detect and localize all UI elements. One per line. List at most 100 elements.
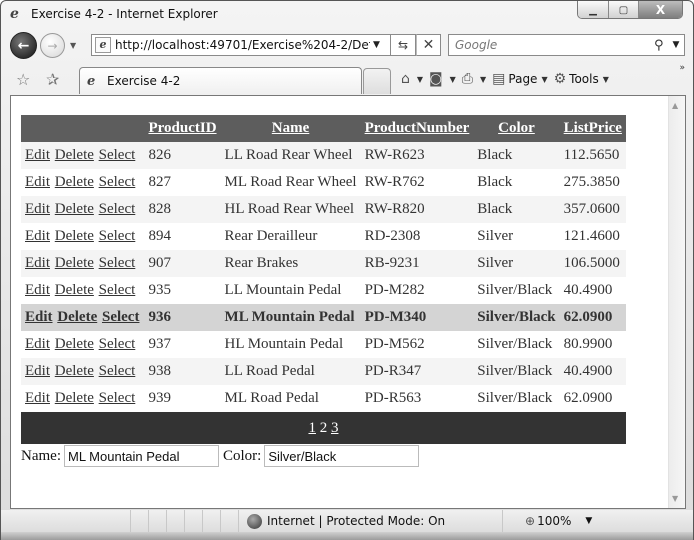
cell-productid: 939 [144,385,221,412]
tab-exercise[interactable]: e Exercise 4-2 [79,67,362,94]
edit-link[interactable]: Edit [25,255,50,271]
gear-icon: ⚙ [553,71,567,87]
tools-dropdown-icon: ▼ [602,74,609,84]
print-button[interactable]: ⎙ ▼ [462,71,486,87]
more-commands-icon[interactable]: » [679,63,685,73]
select-link[interactable]: Select [99,363,136,379]
new-tab-button[interactable] [363,68,391,94]
select-link[interactable]: Select [99,147,136,163]
feeds-button[interactable]: ◙ ▼ [429,71,456,87]
page-content: ProductID Name ProductNumber Color ListP… [10,95,686,509]
tab-label: Exercise 4-2 [107,74,181,88]
stop-button[interactable]: ✕ [416,34,441,56]
select-link[interactable]: Select [99,390,136,406]
sort-productid-link[interactable]: ProductID [148,120,216,136]
color-label: Color: [222,447,262,464]
select-link[interactable]: Select [99,255,136,271]
table-row: Edit Delete Select 938 LL Road Pedal PD-R34… [21,358,626,385]
delete-link[interactable]: Delete [55,228,94,244]
minimize-button[interactable]: ▁ [578,1,608,18]
search-box[interactable]: Google ⚲ ▼ [448,34,685,56]
tools-menu-button[interactable]: ⚙ Tools ▼ [554,71,609,87]
search-dropdown-icon[interactable]: ▼ [668,40,684,50]
row-commands: Edit Delete Select [21,277,145,304]
sort-color-link[interactable]: Color [498,120,535,136]
page-link-3[interactable]: 3 [331,420,339,436]
edit-link[interactable]: Edit [25,282,50,298]
table-row: Edit Delete Select 827 ML Road Rear Wheel R… [21,169,626,196]
address-url[interactable]: http://localhost:49701/Exercise%204-2/De… [115,38,370,52]
select-link[interactable]: Select [99,336,136,352]
edit-link[interactable]: Edit [25,309,53,325]
table-row: Edit Delete Select 939 ML Road Pedal PD-R56… [21,385,626,412]
cell-productnumber: PD-R347 [360,358,474,385]
edit-link[interactable]: Edit [25,174,50,190]
address-dropdown-icon[interactable]: ▼ [373,40,380,50]
delete-link[interactable]: Delete [55,336,94,352]
sort-name-link[interactable]: Name [272,120,310,136]
close-button[interactable]: X [638,1,682,18]
home-dropdown-icon[interactable]: ▼ [417,75,423,84]
grid-header-row: ProductID Name ProductNumber Color ListP… [21,115,626,142]
scroll-down-arrow-icon[interactable]: ▼ [672,494,678,503]
vertical-scrollbar[interactable]: ▲ ▼ [668,96,685,508]
cell-productid: 938 [144,358,221,385]
search-input[interactable]: Google [449,38,654,52]
home-icon: ⌂ [401,71,410,87]
search-icon[interactable]: ⚲ [654,38,668,53]
back-button[interactable]: ← [10,32,37,59]
delete-link[interactable]: Delete [55,390,94,406]
edit-link[interactable]: Edit [25,363,50,379]
scroll-up-arrow-icon[interactable]: ▲ [672,101,678,110]
edit-link[interactable]: Edit [25,390,50,406]
edit-link[interactable]: Edit [25,336,50,352]
color-field[interactable] [264,445,420,467]
select-link[interactable]: Select [99,228,136,244]
edit-link[interactable]: Edit [25,201,50,217]
security-zone[interactable]: Internet | Protected Mode: On [239,510,503,532]
command-bar: ⌂ ▼ ◙ ▼ ⎙ ▼ ▤ Page ▼ ⚙ Tools ▼ [401,69,615,89]
cell-color: Black [473,142,560,169]
cell-color: Silver/Black [473,385,560,412]
home-button[interactable]: ⌂ ▼ [401,71,423,87]
add-favorites-icon[interactable]: ✰ [46,70,59,89]
sort-productnumber-link[interactable]: ProductNumber [365,120,470,136]
delete-link[interactable]: Delete [55,282,94,298]
forward-button[interactable]: → [40,33,65,58]
delete-link[interactable]: Delete [55,147,94,163]
select-link[interactable]: Select [99,201,136,217]
maximize-button[interactable]: ▢ [608,1,638,18]
delete-link[interactable]: Delete [57,309,97,325]
refresh-button[interactable]: ⇆ [391,34,416,56]
delete-link[interactable]: Delete [55,201,94,217]
row-commands: Edit Delete Select [21,142,145,169]
zoom-dropdown-icon[interactable]: ▼ [585,516,592,526]
table-row: Edit Delete Select 935 LL Mountain Pedal PD… [21,277,626,304]
address-bar[interactable]: e http://localhost:49701/Exercise%204-2/… [91,34,391,56]
sort-listprice-link[interactable]: ListPrice [564,120,622,136]
row-commands: Edit Delete Select [21,223,145,250]
select-link[interactable]: Select [99,282,136,298]
print-dropdown-icon[interactable]: ▼ [480,75,486,84]
page-menu-button[interactable]: ▤ Page ▼ [492,71,547,87]
page-link-1[interactable]: 1 [308,420,316,436]
favorites-center-icon[interactable]: ☆ [16,70,30,89]
edit-link[interactable]: Edit [25,228,50,244]
delete-link[interactable]: Delete [55,363,94,379]
edit-link[interactable]: Edit [25,147,50,163]
rss-feed-icon: ◙ [429,71,443,87]
cell-name: ML Road Pedal [220,385,361,412]
select-link[interactable]: Select [99,174,136,190]
delete-link[interactable]: Delete [55,174,94,190]
delete-link[interactable]: Delete [55,255,94,271]
cell-name: LL Mountain Pedal [220,277,361,304]
window-title: Exercise 4-2 - Internet Explorer [31,7,218,21]
recent-pages-dropdown[interactable]: ▼ [70,41,76,50]
name-field[interactable] [63,445,219,467]
status-cell [203,510,221,532]
select-link[interactable]: Select [102,309,139,325]
feeds-dropdown-icon[interactable]: ▼ [450,75,456,84]
zoom-control[interactable]: ⊕ 100% ▼ [503,514,592,528]
cell-listprice: 275.3850 [559,169,626,196]
tools-menu-label: Tools [569,72,599,86]
